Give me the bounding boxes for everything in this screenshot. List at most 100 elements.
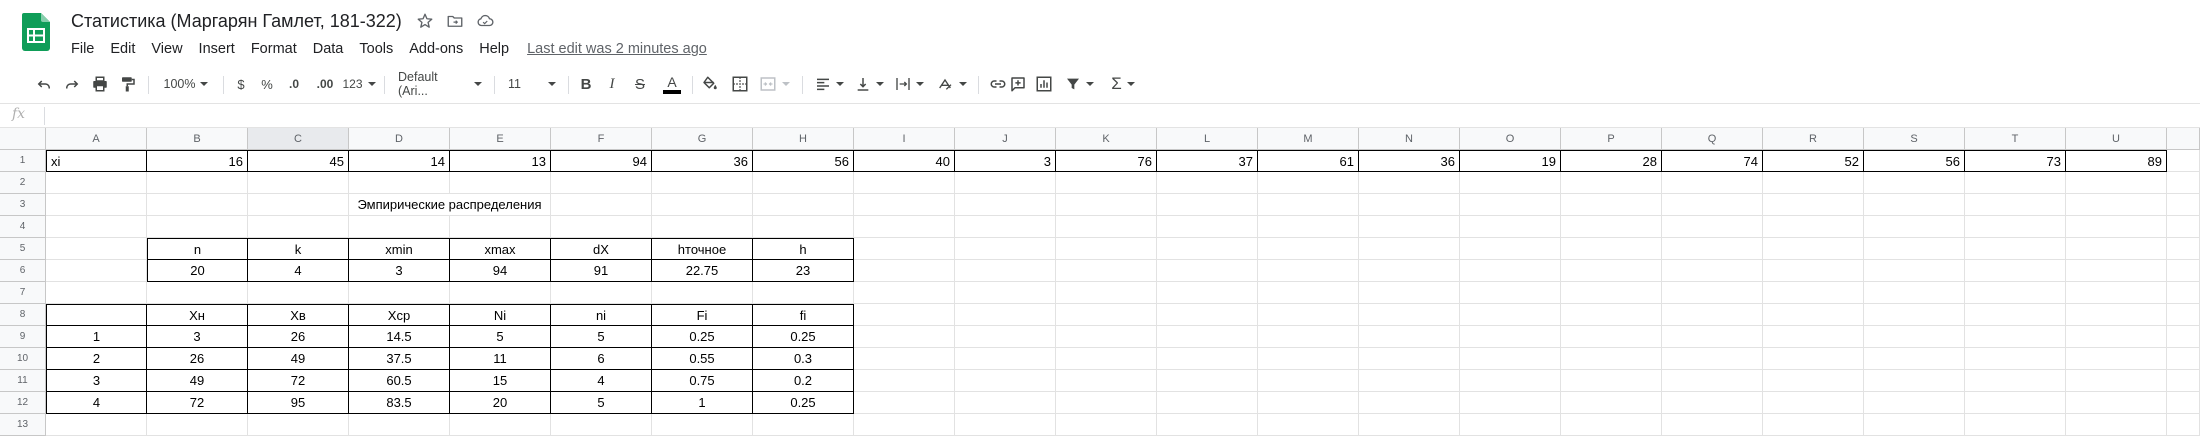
cell-h3[interactable] [753, 194, 854, 216]
cell-d7[interactable] [349, 282, 450, 304]
cell-h5[interactable]: h [753, 238, 854, 260]
cell-t9[interactable] [1965, 326, 2066, 348]
cell-k8[interactable] [1056, 304, 1157, 326]
cell-s4[interactable] [1864, 216, 1965, 238]
valign-bottom-icon[interactable] [852, 72, 886, 96]
cell-c2[interactable] [248, 172, 349, 194]
cell-o11[interactable] [1460, 370, 1561, 392]
text-color-button[interactable]: A [660, 72, 684, 96]
cell-o3[interactable] [1460, 194, 1561, 216]
cell-a9[interactable]: 1 [46, 326, 147, 348]
cell-q7[interactable] [1662, 282, 1763, 304]
cell-g12[interactable]: 1 [652, 392, 753, 414]
cell-f5[interactable]: dX [551, 238, 652, 260]
row-header-11[interactable]: 11 [0, 370, 46, 392]
cell-n2[interactable] [1359, 172, 1460, 194]
cell-m13[interactable] [1258, 414, 1359, 436]
cell-e1[interactable]: 13 [450, 150, 551, 172]
cell-t13[interactable] [1965, 414, 2066, 436]
cell-f1[interactable]: 94 [551, 150, 652, 172]
text-rotate-icon[interactable] [932, 72, 970, 96]
cell-a6[interactable] [46, 260, 147, 282]
cell-g2[interactable] [652, 172, 753, 194]
cell-j3[interactable] [955, 194, 1056, 216]
cell-i2[interactable] [854, 172, 955, 194]
bold-button[interactable]: B [576, 72, 596, 96]
cell-r8[interactable] [1763, 304, 1864, 326]
cell-c7[interactable] [248, 282, 349, 304]
cell-s5[interactable] [1864, 238, 1965, 260]
cell-i13[interactable] [854, 414, 955, 436]
percent-format-button[interactable]: % [258, 72, 276, 96]
cell-c6[interactable]: 4 [248, 260, 349, 282]
cell-i4[interactable] [854, 216, 955, 238]
cell-c9[interactable]: 26 [248, 326, 349, 348]
cell-n11[interactable] [1359, 370, 1460, 392]
cell-a11[interactable]: 3 [46, 370, 147, 392]
cell-b3[interactable] [147, 194, 248, 216]
cell-e5[interactable]: xmax [450, 238, 551, 260]
cell-r4[interactable] [1763, 216, 1864, 238]
cell-l8[interactable] [1157, 304, 1258, 326]
menu-file[interactable]: File [63, 39, 102, 59]
cell-q11[interactable] [1662, 370, 1763, 392]
star-icon[interactable] [413, 10, 437, 32]
column-header-a[interactable]: A [46, 128, 147, 150]
cell-f9[interactable]: 5 [551, 326, 652, 348]
cell-o12[interactable] [1460, 392, 1561, 414]
row-header-9[interactable]: 9 [0, 326, 46, 348]
cell-l10[interactable] [1157, 348, 1258, 370]
cell-q10[interactable] [1662, 348, 1763, 370]
cell-k12[interactable] [1056, 392, 1157, 414]
cell-b2[interactable] [147, 172, 248, 194]
column-header-t[interactable]: T [1965, 128, 2066, 150]
cell-u1[interactable]: 89 [2066, 150, 2167, 172]
cell-r9[interactable] [1763, 326, 1864, 348]
cell-e12[interactable]: 20 [450, 392, 551, 414]
cell-e13[interactable] [450, 414, 551, 436]
column-header-k[interactable]: K [1056, 128, 1157, 150]
cell-s12[interactable] [1864, 392, 1965, 414]
cell-f10[interactable]: 6 [551, 348, 652, 370]
cell-e4[interactable] [450, 216, 551, 238]
column-header-i[interactable]: I [854, 128, 955, 150]
column-header-s[interactable]: S [1864, 128, 1965, 150]
cell-o10[interactable] [1460, 348, 1561, 370]
cell-m12[interactable] [1258, 392, 1359, 414]
cell-r13[interactable] [1763, 414, 1864, 436]
cell-k2[interactable] [1056, 172, 1157, 194]
cell-i1[interactable]: 40 [854, 150, 955, 172]
cell-n12[interactable] [1359, 392, 1460, 414]
row-header-4[interactable]: 4 [0, 216, 46, 238]
cell-o7[interactable] [1460, 282, 1561, 304]
column-header-h[interactable]: H [753, 128, 854, 150]
cell-q6[interactable] [1662, 260, 1763, 282]
cell-b1[interactable]: 16 [147, 150, 248, 172]
row-header-8[interactable]: 8 [0, 304, 46, 326]
cell-u2[interactable] [2066, 172, 2167, 194]
cell-s3[interactable] [1864, 194, 1965, 216]
cell-q12[interactable] [1662, 392, 1763, 414]
cell-n5[interactable] [1359, 238, 1460, 260]
cell-f8[interactable]: ni [551, 304, 652, 326]
cell-j9[interactable] [955, 326, 1056, 348]
cell-i7[interactable] [854, 282, 955, 304]
cell-l9[interactable] [1157, 326, 1258, 348]
cell-p12[interactable] [1561, 392, 1662, 414]
column-header-q[interactable]: Q [1662, 128, 1763, 150]
cell-p13[interactable] [1561, 414, 1662, 436]
strikethrough-button[interactable]: S [630, 72, 650, 96]
cell-a8[interactable] [46, 304, 147, 326]
cell-g9[interactable]: 0.25 [652, 326, 753, 348]
cell-k13[interactable] [1056, 414, 1157, 436]
cell-f6[interactable]: 91 [551, 260, 652, 282]
row-header-10[interactable]: 10 [0, 348, 46, 370]
row-header-6[interactable]: 6 [0, 260, 46, 282]
cell-p9[interactable] [1561, 326, 1662, 348]
cell-k6[interactable] [1056, 260, 1157, 282]
cell-m10[interactable] [1258, 348, 1359, 370]
cell-e2[interactable] [450, 172, 551, 194]
cell-j10[interactable] [955, 348, 1056, 370]
cell-q5[interactable] [1662, 238, 1763, 260]
cell-u4[interactable] [2066, 216, 2167, 238]
